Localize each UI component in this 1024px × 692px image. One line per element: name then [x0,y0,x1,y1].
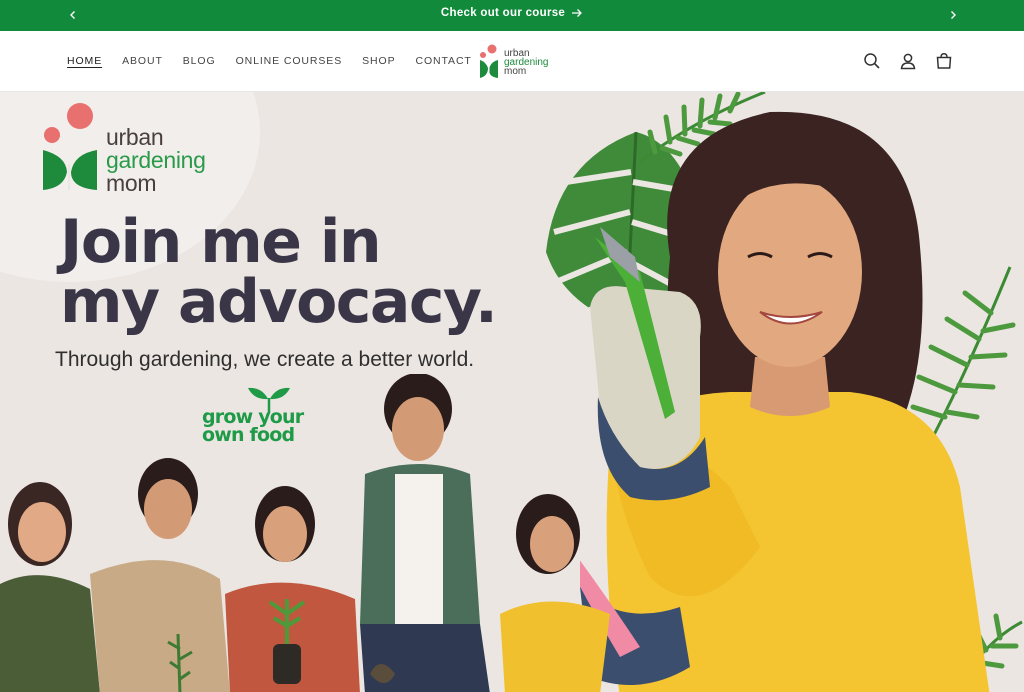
logo-text-line3: mom [504,65,527,77]
header-logo[interactable]: urban gardening mom [477,43,557,81]
announcement-link[interactable]: Check out our course [0,7,1024,19]
gardener-woman-photo [580,111,990,692]
announcement-text: Check out our course [440,7,566,19]
hero-subheadline: Through gardening, we create a better wo… [55,348,475,371]
hero-brand-line3: mom [106,170,157,196]
arrow-right-icon [571,8,583,18]
hero-brand-logo: urban gardening mom [40,102,240,202]
brand-mark-icon [43,103,97,190]
nav-blog[interactable]: BLOG [183,55,216,67]
logo-mark-icon [480,44,498,78]
hero-brand-text: urban gardening mom [106,126,206,195]
hero-banner[interactable]: urban gardening mom Join me in my advoca… [0,92,1024,692]
hero-headline-line2: my advocacy. [60,267,498,337]
next-announcement-button[interactable] [944,6,962,24]
nav-shop[interactable]: SHOP [362,55,395,67]
nav-about[interactable]: ABOUT [122,55,163,67]
hero-brand-line1: urban [106,124,164,150]
main-nav: HOME ABOUT BLOG ONLINE COURSES SHOP CONT… [67,55,472,67]
account-icon [900,53,916,70]
gardeners-group-photo [0,374,610,692]
search-button[interactable] [862,50,882,72]
nav-contact[interactable]: CONTACT [415,55,471,67]
hero-headline: Join me in my advocacy. [60,207,498,337]
account-button[interactable] [898,50,918,72]
cart-icon [936,53,952,69]
nav-online-courses[interactable]: ONLINE COURSES [236,55,343,67]
nav-home[interactable]: HOME [67,55,102,67]
hero-headline-line1: Join me in [60,207,382,277]
search-icon [864,53,880,69]
hero-brand-line2: gardening [106,147,206,173]
announcement-bar: Check out our course [0,0,1024,31]
chevron-right-icon [951,11,956,19]
cart-button[interactable] [934,50,954,72]
header-actions [862,50,954,72]
site-header: HOME ABOUT BLOG ONLINE COURSES SHOP CONT… [0,31,1024,92]
